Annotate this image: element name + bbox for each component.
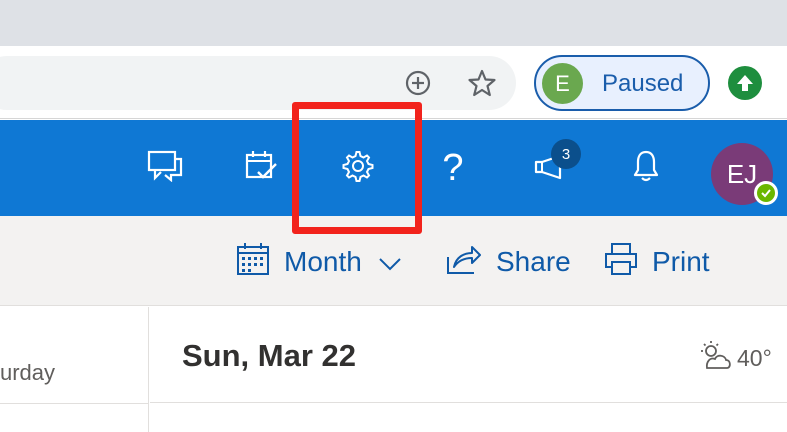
profile-avatar: E: [542, 63, 583, 104]
notifications-button[interactable]: [622, 144, 670, 192]
help-icon: ?: [442, 147, 464, 189]
calendar-grid-icon: [236, 242, 284, 283]
add-circle-icon[interactable]: [403, 68, 433, 98]
view-label: Month: [284, 246, 362, 277]
weather-forecast[interactable]: 40°: [697, 340, 772, 376]
chat-feedback-icon: [147, 150, 183, 187]
divider: [0, 403, 149, 404]
profile-button[interactable]: E Paused: [534, 55, 710, 111]
profile-status: Paused: [602, 70, 684, 97]
bell-icon: [631, 149, 661, 188]
print-label: Print: [652, 246, 710, 277]
share-button[interactable]: Share: [446, 244, 571, 280]
highlight-annotation: [292, 102, 422, 234]
my-day-button[interactable]: [237, 144, 285, 192]
browser-tabstrip: [0, 0, 787, 46]
notification-count-badge: 3: [551, 139, 581, 169]
printer-icon: [604, 242, 652, 283]
weekday-label: urday: [0, 360, 56, 385]
help-button[interactable]: ?: [429, 144, 477, 192]
share-label: Share: [496, 246, 571, 277]
feedback-button[interactable]: [141, 144, 189, 192]
chevron-down-icon: [378, 246, 416, 278]
partly-sunny-icon: [697, 340, 737, 376]
selected-date-title: Sun, Mar 22: [182, 338, 356, 373]
print-button[interactable]: Print: [604, 242, 710, 283]
address-bar[interactable]: [0, 56, 516, 110]
bookmark-star-icon[interactable]: [467, 68, 497, 98]
share-icon: [446, 243, 496, 282]
view-switcher-button[interactable]: Month: [236, 242, 416, 283]
update-arrow-icon[interactable]: [728, 66, 762, 100]
presence-available-icon: [754, 181, 778, 205]
calendar-check-icon: [243, 148, 279, 189]
temperature-label: 40°: [737, 344, 772, 371]
